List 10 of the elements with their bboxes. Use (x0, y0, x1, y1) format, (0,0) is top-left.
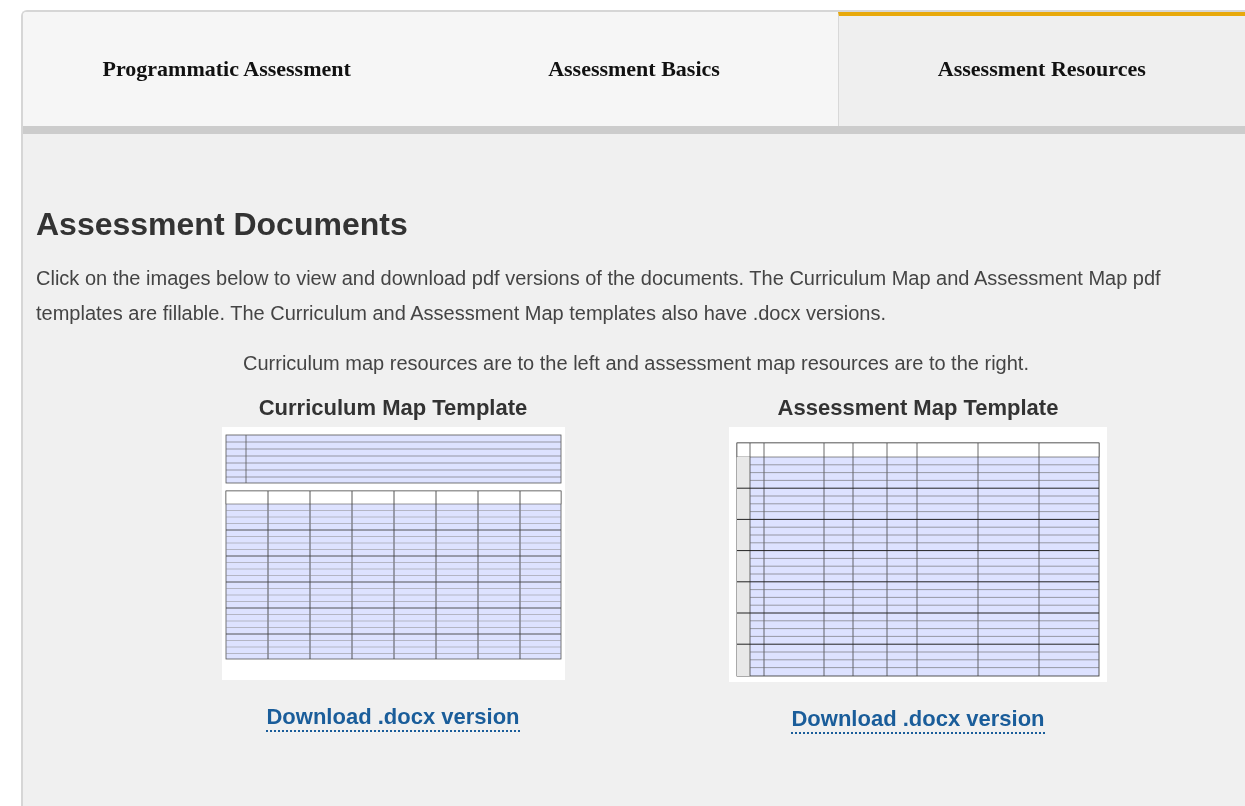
resources-note: Curriculum map resources are to the left and assessment map resources are to the right. (242, 351, 1030, 376)
template-title: Assessment Map Template (777, 395, 1059, 421)
table-drawing[interactable] (221, 427, 565, 680)
table-drawing[interactable] (729, 427, 1107, 682)
section-heading: Assessment Documents (36, 206, 409, 243)
intro-paragraph: Click on the images below to view and download pdf versions of the documents. The Curriculum Map and Assessment Map pdf templates are fillable. The Curriculum and Assessment Map templates also have .docx versions. (36, 266, 1162, 326)
download-link[interactable]: Download .docx version (791, 706, 1045, 734)
template-title: Curriculum Map Template (258, 395, 528, 421)
download-link[interactable]: Download .docx version (266, 704, 520, 732)
tab[interactable]: Assessment Resources (837, 12, 1245, 126)
